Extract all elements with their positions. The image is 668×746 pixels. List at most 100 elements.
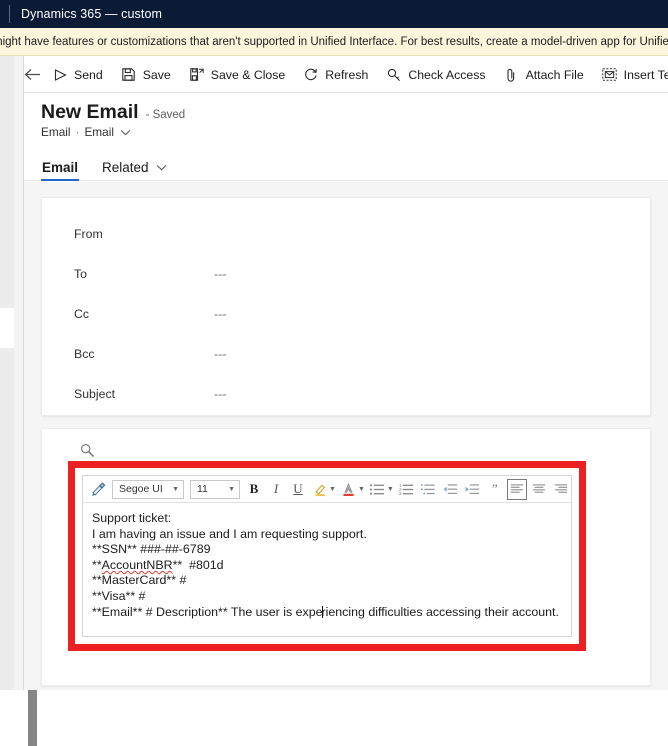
field-to-value: --- [214,267,227,281]
misspelled-word: AccountNBR [101,557,173,572]
blockquote-icon[interactable]: ” [485,479,505,500]
bulleted-list-icon[interactable] [368,479,388,500]
body-line-6: **Visa** # [92,588,146,603]
refresh-button[interactable]: Refresh [294,57,377,92]
tab-email-label: Email [42,160,79,175]
field-from[interactable]: From [74,222,614,246]
attach-file-label: Attach File [525,67,584,82]
email-body-text[interactable]: Support ticket: I am having an issue and… [83,504,571,636]
send-icon [52,67,68,83]
attach-file-button[interactable]: Attach File [495,57,593,92]
back-arrow-icon [24,68,41,81]
window-title-bar: Dynamics 365 — custom [0,0,668,28]
font-size-select[interactable]: 11 ▼ [190,479,240,499]
save-and-close-icon [189,67,205,83]
tab-related[interactable]: Related [101,160,168,181]
field-to-label: To [74,267,87,281]
decrease-indent-icon[interactable] [441,479,461,500]
field-bcc-value: --- [214,347,227,361]
field-subject-label: Subject [74,387,116,401]
font-family-select[interactable]: Segoe UI ▼ [112,479,184,499]
field-subject-value: --- [214,387,227,401]
email-fields-card: From To --- Cc --- Bcc --- Subject --- [41,197,651,416]
align-right-icon[interactable] [551,479,571,500]
check-access-label: Check Access [408,67,486,82]
magnifier-icon[interactable] [78,441,96,459]
chevron-down-icon[interactable]: ▼ [358,486,365,493]
title-bar-accent [9,5,10,23]
insert-template-button[interactable]: Insert Template [593,57,668,92]
body-line-3: **SSN** ###-##-6789 [92,542,211,557]
check-access-key-icon [386,67,402,83]
chevron-down-icon: ▼ [228,485,235,493]
breadcrumb-entity[interactable]: Email [41,125,71,139]
record-form-area: New Email - Saved Email · Email Email Re… [24,93,668,690]
page-scrollbar-track[interactable] [14,56,37,746]
field-bcc-label: Bcc [74,347,95,361]
bold-label: B [249,481,259,496]
left-gutter [0,56,14,690]
body-line-5: **MasterCard** # [92,573,187,588]
check-access-button[interactable]: Check Access [377,57,494,92]
save-and-close-label: Save & Close [210,67,286,82]
breadcrumb-separator: · [75,125,80,139]
tab-related-label: Related [102,160,149,175]
font-color-icon[interactable] [339,479,359,500]
save-button[interactable]: Save [112,57,180,92]
page-title: New Email - Saved [41,101,185,124]
command-bar: Send Save Save & Close Refresh Check Acc… [24,57,668,93]
paperclip-icon [504,67,520,83]
bold-button[interactable]: B [244,479,264,500]
send-label: Send [74,67,103,82]
underline-button[interactable]: U [288,479,308,500]
field-from-label: From [74,227,103,241]
record-title: New Email [41,101,139,123]
body-line-7-before: **Email** # Description** The user is ex… [92,604,323,619]
body-line-2: I am having an issue and I am requesting… [92,526,367,541]
svg-text:3: 3 [399,491,402,496]
body-line-7: **Email** # Description** The user is ex… [92,605,565,621]
back-button[interactable] [24,57,41,92]
body-line-4-suffix: ** #801d [172,557,224,572]
window-title: Dynamics 365 — custom [21,7,163,21]
body-line-4: **AccountNBR** #801d [92,558,565,574]
breadcrumb-form[interactable]: Email [84,125,114,139]
field-to[interactable]: To --- [74,262,614,286]
email-body-card: Segoe UI ▼ 11 ▼ B I U ▼ ▼ ▼ 1 2 3 ” Supp… [41,428,651,686]
save-label: Save [142,67,171,82]
font-family-value: Segoe UI [119,483,163,495]
record-header: New Email - Saved Email · Email Email Re… [24,93,668,181]
underline-label: U [293,481,303,496]
text-highlight-color-icon[interactable] [310,479,330,500]
send-button[interactable]: Send [43,57,112,92]
insert-template-label: Insert Template [623,67,668,82]
align-left-icon[interactable] [506,478,527,500]
refresh-label: Refresh [325,67,369,82]
field-cc-label: Cc [74,307,90,321]
banner-message: might have features or customizations th… [0,35,668,48]
refresh-icon [303,67,319,83]
italic-label: I [273,481,279,496]
multilevel-list-icon[interactable] [419,479,439,500]
chevron-down-icon[interactable]: ▼ [329,486,336,493]
format-painter-icon[interactable] [88,479,108,500]
field-cc-value: --- [214,307,227,321]
save-and-close-button[interactable]: Save & Close [180,57,295,92]
align-center-icon[interactable] [529,479,549,500]
field-cc[interactable]: Cc --- [74,302,614,326]
left-gutter-highlight [0,308,14,348]
form-tabs: Email Related [41,149,190,181]
italic-button[interactable]: I [266,479,286,500]
rich-text-editor[interactable]: Segoe UI ▼ 11 ▼ B I U ▼ ▼ ▼ 1 2 3 ” Supp… [82,475,572,637]
chevron-down-icon[interactable]: ▼ [387,486,394,493]
numbered-list-icon[interactable]: 123 [397,479,417,500]
unified-interface-warning-banner: might have features or customizations th… [0,28,668,56]
chevron-down-icon[interactable] [120,129,131,136]
tab-email[interactable]: Email [41,160,80,181]
increase-indent-icon[interactable] [463,479,483,500]
field-bcc[interactable]: Bcc --- [74,342,614,366]
field-subject[interactable]: Subject --- [74,382,614,406]
font-size-value: 11 [197,483,208,495]
form-body: From To --- Cc --- Bcc --- Subject --- S… [24,182,668,690]
save-icon [121,67,137,83]
